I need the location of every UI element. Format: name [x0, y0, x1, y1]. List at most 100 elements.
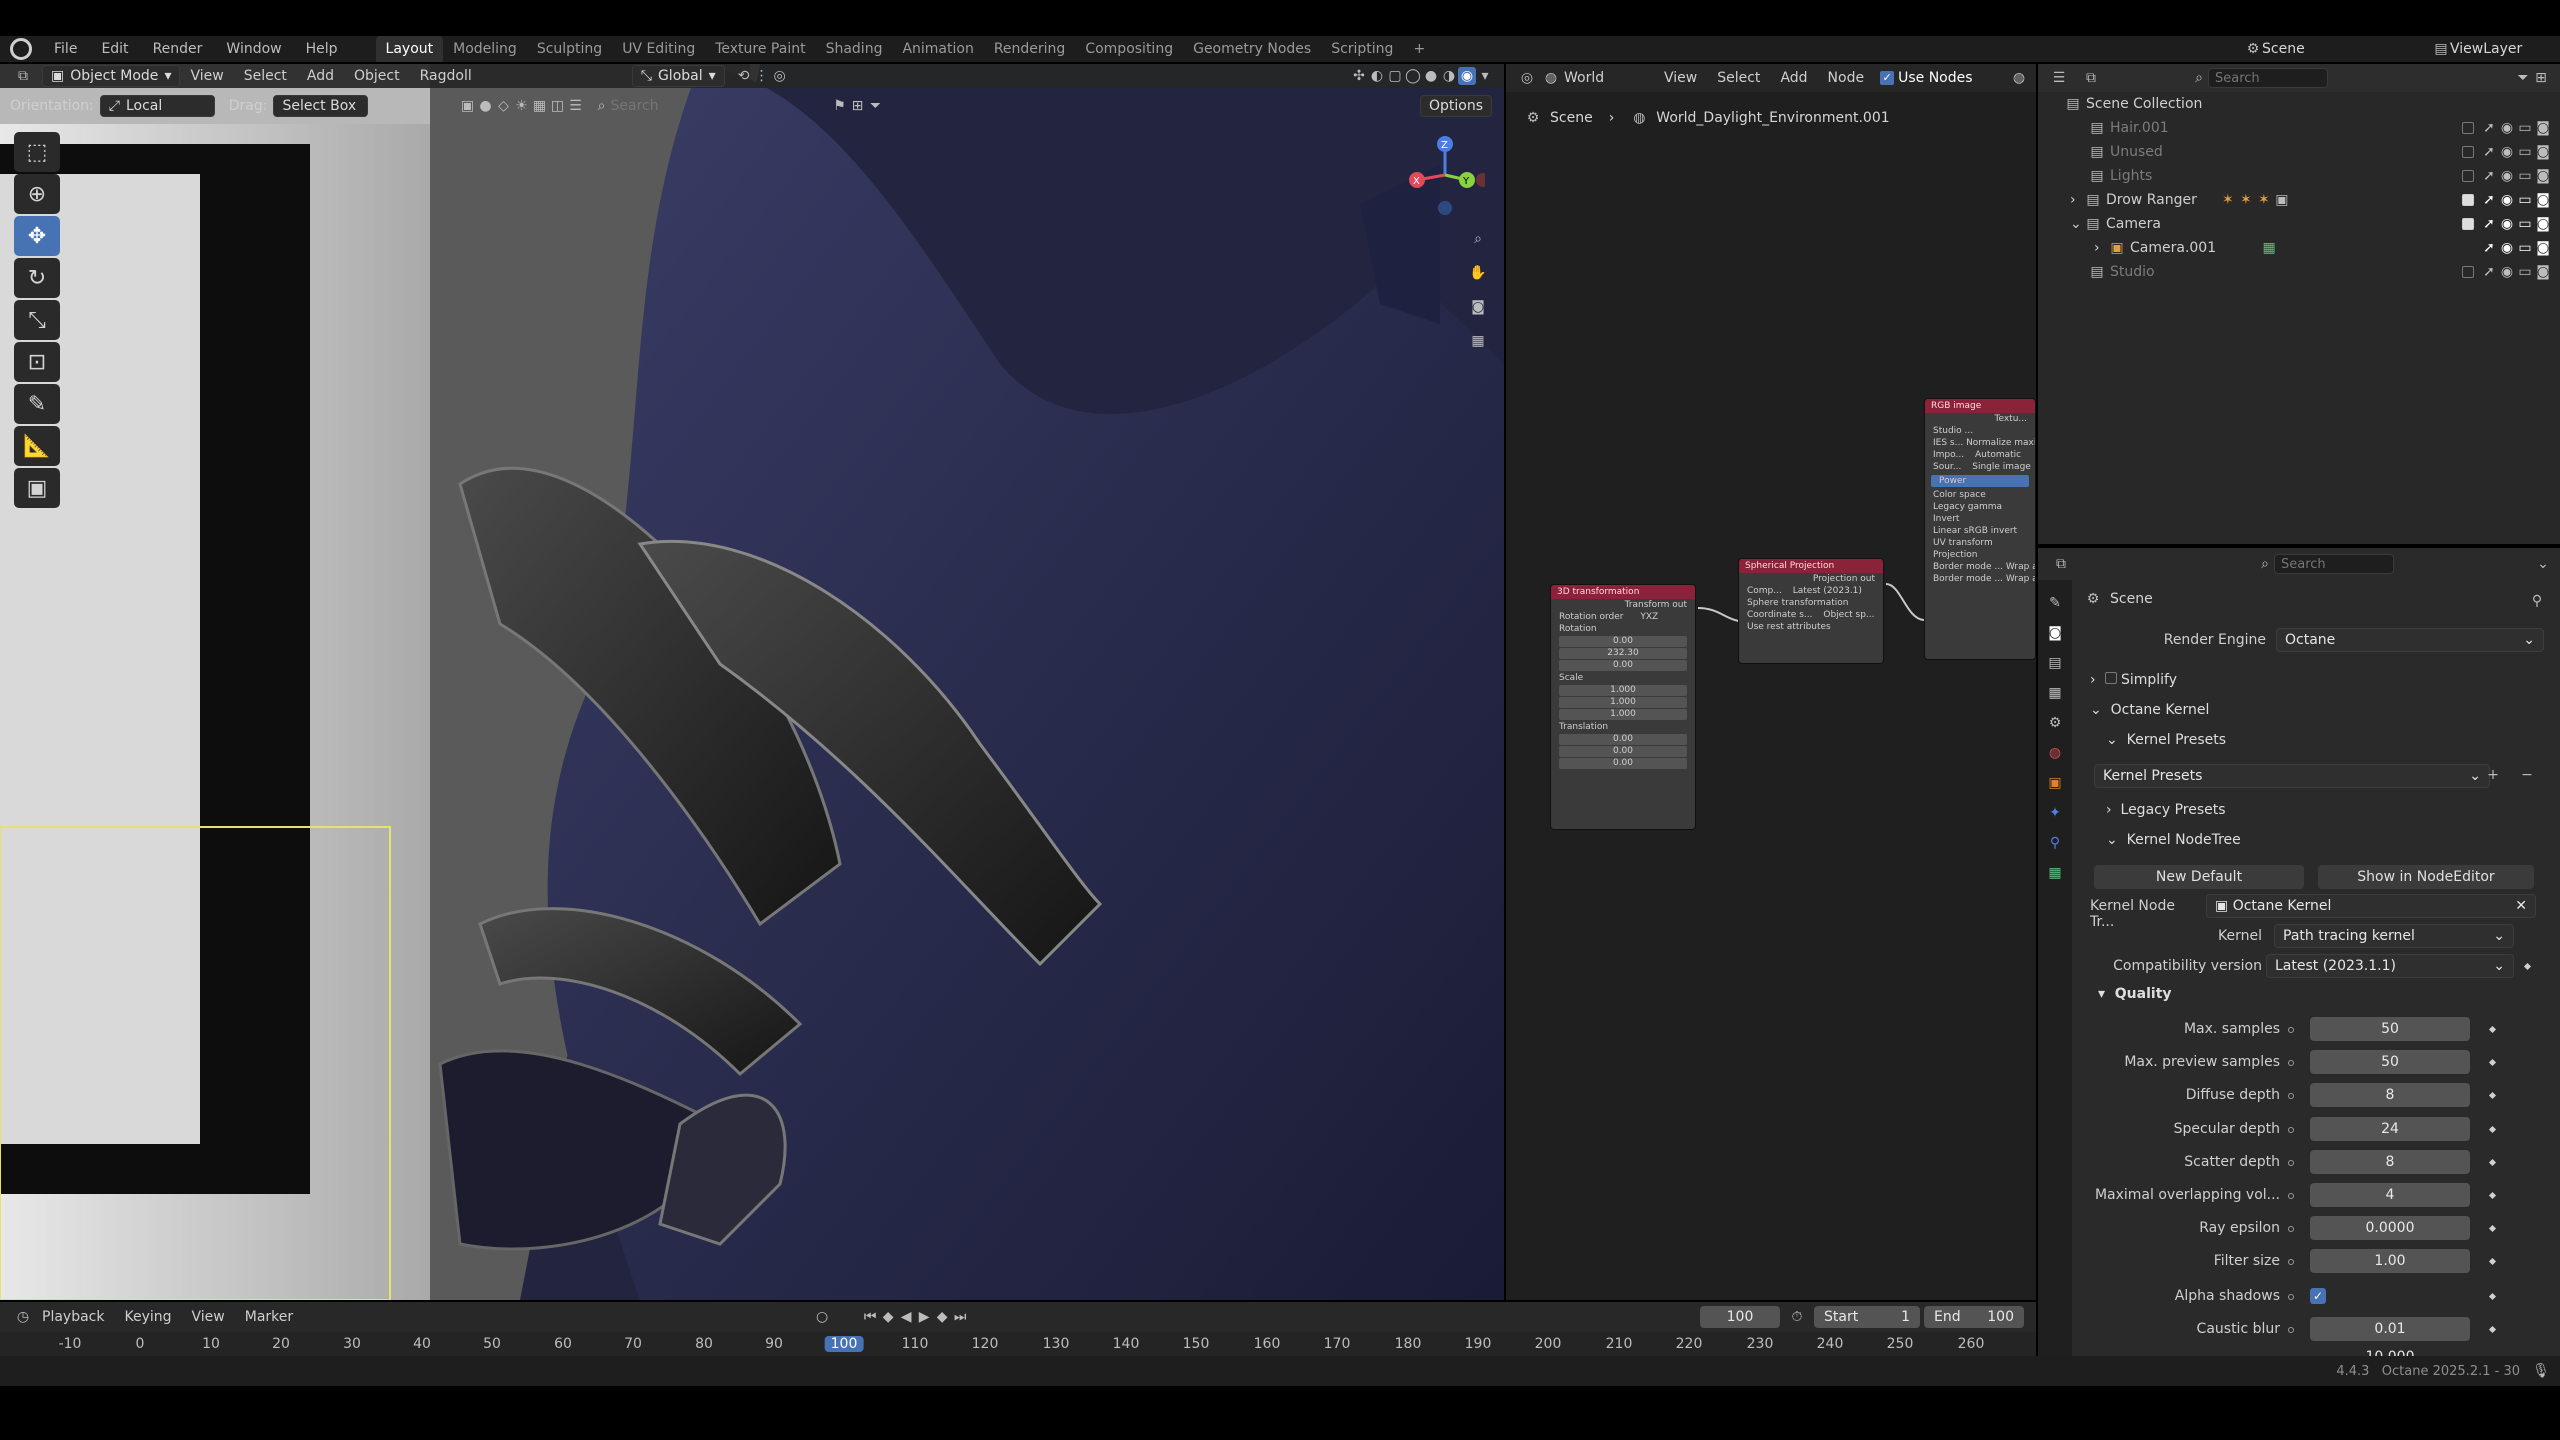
- pin-icon[interactable]: ⚲: [2528, 592, 2546, 610]
- chevron-down-icon[interactable]: ⌄: [2070, 216, 2084, 232]
- animate-dot-icon[interactable]: [2288, 1160, 2294, 1166]
- render-camera-icon[interactable]: ◙: [2534, 191, 2552, 209]
- exclude-checkbox[interactable]: [2462, 122, 2474, 134]
- node-label[interactable]: Studio ...: [1925, 425, 2035, 437]
- viewport-menu-ragdoll[interactable]: Ragdoll: [410, 68, 482, 84]
- node-field[interactable]: 232.30: [1559, 648, 1687, 659]
- world-browse-icon[interactable]: ◍: [2010, 69, 2028, 87]
- start-frame-field[interactable]: Start 1: [1814, 1306, 1920, 1328]
- outliner-row-camera-001[interactable]: › ▣ Camera.001 ▦ ➚ ◉ ▭ ◙: [2038, 236, 2560, 260]
- node-rgb-image[interactable]: RGB image Textu... Studio ... IES s... N…: [1924, 398, 2036, 660]
- exclude-checkbox[interactable]: [2462, 194, 2474, 206]
- shading-options-icon[interactable]: ▾: [1476, 67, 1494, 85]
- pan-hand-icon[interactable]: ✋: [1463, 264, 1493, 298]
- add-workspace-icon[interactable]: +: [1403, 41, 1435, 57]
- node-menu-add[interactable]: Add: [1770, 70, 1817, 86]
- filter-mesh-icon[interactable]: ◇: [494, 97, 512, 115]
- animate-dot-icon[interactable]: [2288, 1294, 2294, 1300]
- timeline-menu-keying[interactable]: Keying: [114, 1309, 181, 1325]
- transform-tool-icon[interactable]: ⊡: [14, 342, 60, 382]
- quality-field-value[interactable]: 24: [2310, 1117, 2470, 1141]
- drag-dropdown[interactable]: Select Box: [273, 95, 369, 117]
- overlay-icon[interactable]: ◐: [1368, 67, 1386, 85]
- orientation-dropdown[interactable]: ⤢ Local: [99, 95, 215, 117]
- node-3d-transformation[interactable]: 3D transformation Transform out Rotation…: [1550, 584, 1696, 830]
- prev-keyframe-icon[interactable]: ◆: [879, 1308, 897, 1326]
- node-field[interactable]: 0.00: [1559, 746, 1687, 757]
- node-spherical-projection[interactable]: Spherical Projection Projection out Comp…: [1738, 558, 1884, 664]
- quality-field-value[interactable]: 8: [2310, 1150, 2470, 1174]
- scene-name[interactable]: Scene: [2262, 41, 2432, 57]
- workspace-tab-modeling[interactable]: Modeling: [443, 41, 527, 57]
- render-engine-dropdown[interactable]: Octane ⌄: [2276, 628, 2544, 652]
- exclude-checkbox[interactable]: [2462, 218, 2474, 230]
- simplify-panel-header[interactable]: › Simplify: [2090, 672, 2177, 688]
- filter-empty-icon[interactable]: ◫: [548, 97, 566, 115]
- editor-type-icon[interactable]: ◎: [1518, 69, 1536, 87]
- compatibility-version-dropdown[interactable]: Latest (2023.1.1) ⌄: [2266, 954, 2514, 978]
- exclude-checkbox[interactable]: [2462, 170, 2474, 182]
- render-camera-icon[interactable]: ◙: [2534, 119, 2552, 137]
- animate-dot-icon[interactable]: [2288, 1226, 2294, 1232]
- outliner-search-input[interactable]: [2208, 68, 2328, 88]
- tool-tab-icon[interactable]: ✎: [2046, 594, 2064, 612]
- filter-other-icon[interactable]: ☰: [566, 97, 584, 115]
- workspace-tab-rendering[interactable]: Rendering: [984, 41, 1076, 57]
- menu-help[interactable]: Help: [294, 41, 350, 57]
- node-menu-select[interactable]: Select: [1707, 70, 1770, 86]
- filter-icon[interactable]: ⏷: [2514, 69, 2532, 87]
- node-field[interactable]: 0.00: [1559, 660, 1687, 671]
- animate-dot-icon[interactable]: [2288, 1093, 2294, 1099]
- new-collection-icon[interactable]: ⊞: [2532, 69, 2550, 87]
- animate-dot-icon[interactable]: [2288, 1193, 2294, 1199]
- eye-icon[interactable]: ◉: [2498, 239, 2516, 257]
- timeline-ruler[interactable]: [0, 1332, 2036, 1356]
- xray-icon[interactable]: ▢: [1386, 67, 1404, 85]
- editor-type-icon[interactable]: ⧉: [14, 67, 32, 85]
- bookmark-icon[interactable]: ⚑: [830, 97, 848, 115]
- viewport-menu-view[interactable]: View: [180, 68, 233, 84]
- chevron-right-icon[interactable]: ›: [2070, 192, 2084, 208]
- end-frame-field[interactable]: End 100: [1924, 1306, 2024, 1328]
- kernel-node-tree-selector[interactable]: ▣ Octane Kernel ✕: [2206, 894, 2536, 918]
- view-layer-name[interactable]: ViewLayer: [2450, 41, 2560, 57]
- filter-icon[interactable]: ⏷: [866, 97, 884, 115]
- color-icon[interactable]: ●: [476, 97, 494, 115]
- kernel-presets-dropdown[interactable]: Kernel Presets ⌄: [2094, 764, 2490, 788]
- eye-icon[interactable]: ◉: [2498, 143, 2516, 161]
- node-power-field[interactable]: Power: [1931, 475, 2029, 487]
- editor-type-icon[interactable]: ◷: [14, 1308, 32, 1326]
- shading-wireframe-icon[interactable]: ◯: [1404, 67, 1422, 85]
- quality-field-value[interactable]: 0.0000: [2310, 1216, 2470, 1240]
- select-mode-icon[interactable]: ▣: [458, 97, 476, 115]
- output-tab-icon[interactable]: ▤: [2046, 654, 2064, 672]
- editor-type-icon[interactable]: ☰: [2050, 69, 2068, 87]
- modifiers-tab-icon[interactable]: ✦: [2046, 804, 2064, 822]
- add-preset-icon[interactable]: +: [2484, 766, 2502, 784]
- kernel-dropdown[interactable]: Path tracing kernel ⌄: [2274, 924, 2514, 948]
- animate-dot-icon[interactable]: [2288, 1127, 2294, 1133]
- world-dropdown[interactable]: World: [1564, 70, 1654, 86]
- mode-dropdown[interactable]: ▣ Object Mode ▾: [42, 65, 181, 87]
- workspace-tab-uv-editing[interactable]: UV Editing: [612, 41, 705, 57]
- view-layer-icon[interactable]: ▤: [2432, 40, 2450, 58]
- node-field[interactable]: 0.00: [1559, 636, 1687, 647]
- caustic-blur-field[interactable]: 0.01: [2310, 1317, 2470, 1341]
- chevron-right-icon[interactable]: ›: [2094, 240, 2108, 256]
- viewport-monitor-icon[interactable]: ▭: [2516, 191, 2534, 209]
- workspace-tab-animation[interactable]: Animation: [892, 41, 983, 57]
- new-default-button[interactable]: New Default: [2094, 865, 2304, 889]
- viewport-monitor-icon[interactable]: ▭: [2516, 239, 2534, 257]
- animate-dot-icon[interactable]: [2288, 1060, 2294, 1066]
- scale-tool-icon[interactable]: ⤡: [14, 300, 60, 340]
- timeline-menu-playback[interactable]: Playback: [32, 1309, 114, 1325]
- close-icon[interactable]: ✕: [2515, 895, 2527, 917]
- measure-tool-icon[interactable]: 📐: [14, 426, 60, 466]
- workspace-tab-texture-paint[interactable]: Texture Paint: [705, 41, 815, 57]
- eye-icon[interactable]: ◉: [2498, 263, 2516, 281]
- breadcrumb-scene[interactable]: Scene: [1550, 110, 1593, 126]
- view-layers-icon[interactable]: ⊞: [848, 97, 866, 115]
- animate-dot-icon[interactable]: [2288, 1259, 2294, 1265]
- quality-field-value[interactable]: 50: [2310, 1050, 2470, 1074]
- object-tab-icon[interactable]: ▣: [2046, 774, 2064, 792]
